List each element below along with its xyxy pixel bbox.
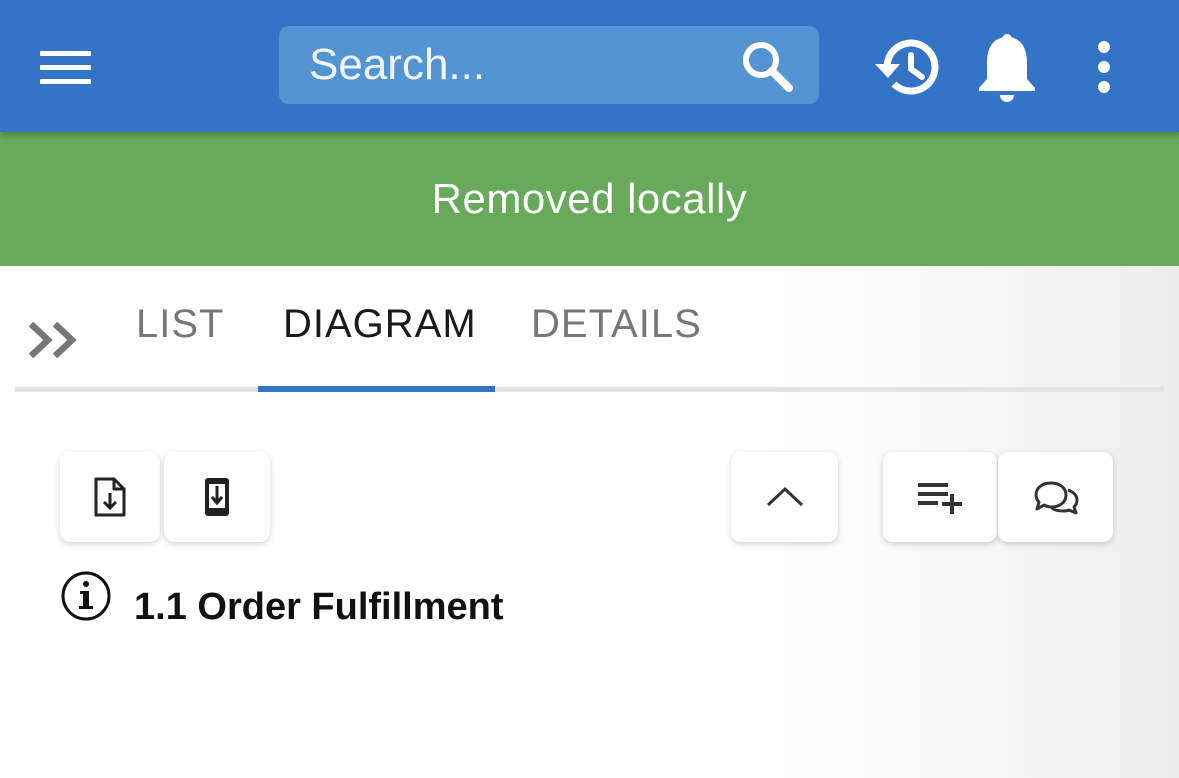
top-app-bar <box>0 0 1179 132</box>
diagram-title: 1.1 Order Fulfillment <box>134 586 504 628</box>
double-chevron-right-icon[interactable] <box>23 316 85 366</box>
comments-button[interactable] <box>998 452 1113 542</box>
playlist-add-icon <box>918 483 962 514</box>
hamburger-menu-icon[interactable] <box>32 38 98 98</box>
search-icon[interactable] <box>737 38 797 94</box>
tab-list[interactable]: LIST <box>136 302 224 347</box>
search-bar <box>279 26 819 104</box>
status-banner: Removed locally <box>0 132 1179 266</box>
status-banner-message: Removed locally <box>431 175 748 222</box>
chat-bubbles-icon <box>1034 481 1078 515</box>
chevron-up-icon <box>766 486 803 507</box>
collapse-button[interactable] <box>731 452 838 542</box>
tab-divider <box>15 387 1164 392</box>
tab-diagram[interactable]: DIAGRAM <box>283 302 477 347</box>
mobile-download-icon <box>205 478 229 516</box>
download-to-device-button[interactable] <box>164 452 270 542</box>
more-vertical-icon[interactable] <box>1069 30 1139 104</box>
file-download-icon <box>94 477 126 517</box>
tab-bar: LIST DIAGRAM DETAILS <box>15 266 1164 392</box>
info-icon[interactable] <box>60 570 112 622</box>
bell-icon[interactable] <box>972 30 1042 104</box>
search-input[interactable] <box>309 36 729 94</box>
download-file-button[interactable] <box>60 452 160 542</box>
add-to-list-button[interactable] <box>883 452 997 542</box>
tab-details[interactable]: DETAILS <box>531 302 702 347</box>
active-tab-indicator <box>258 386 495 392</box>
history-icon[interactable] <box>872 30 942 104</box>
